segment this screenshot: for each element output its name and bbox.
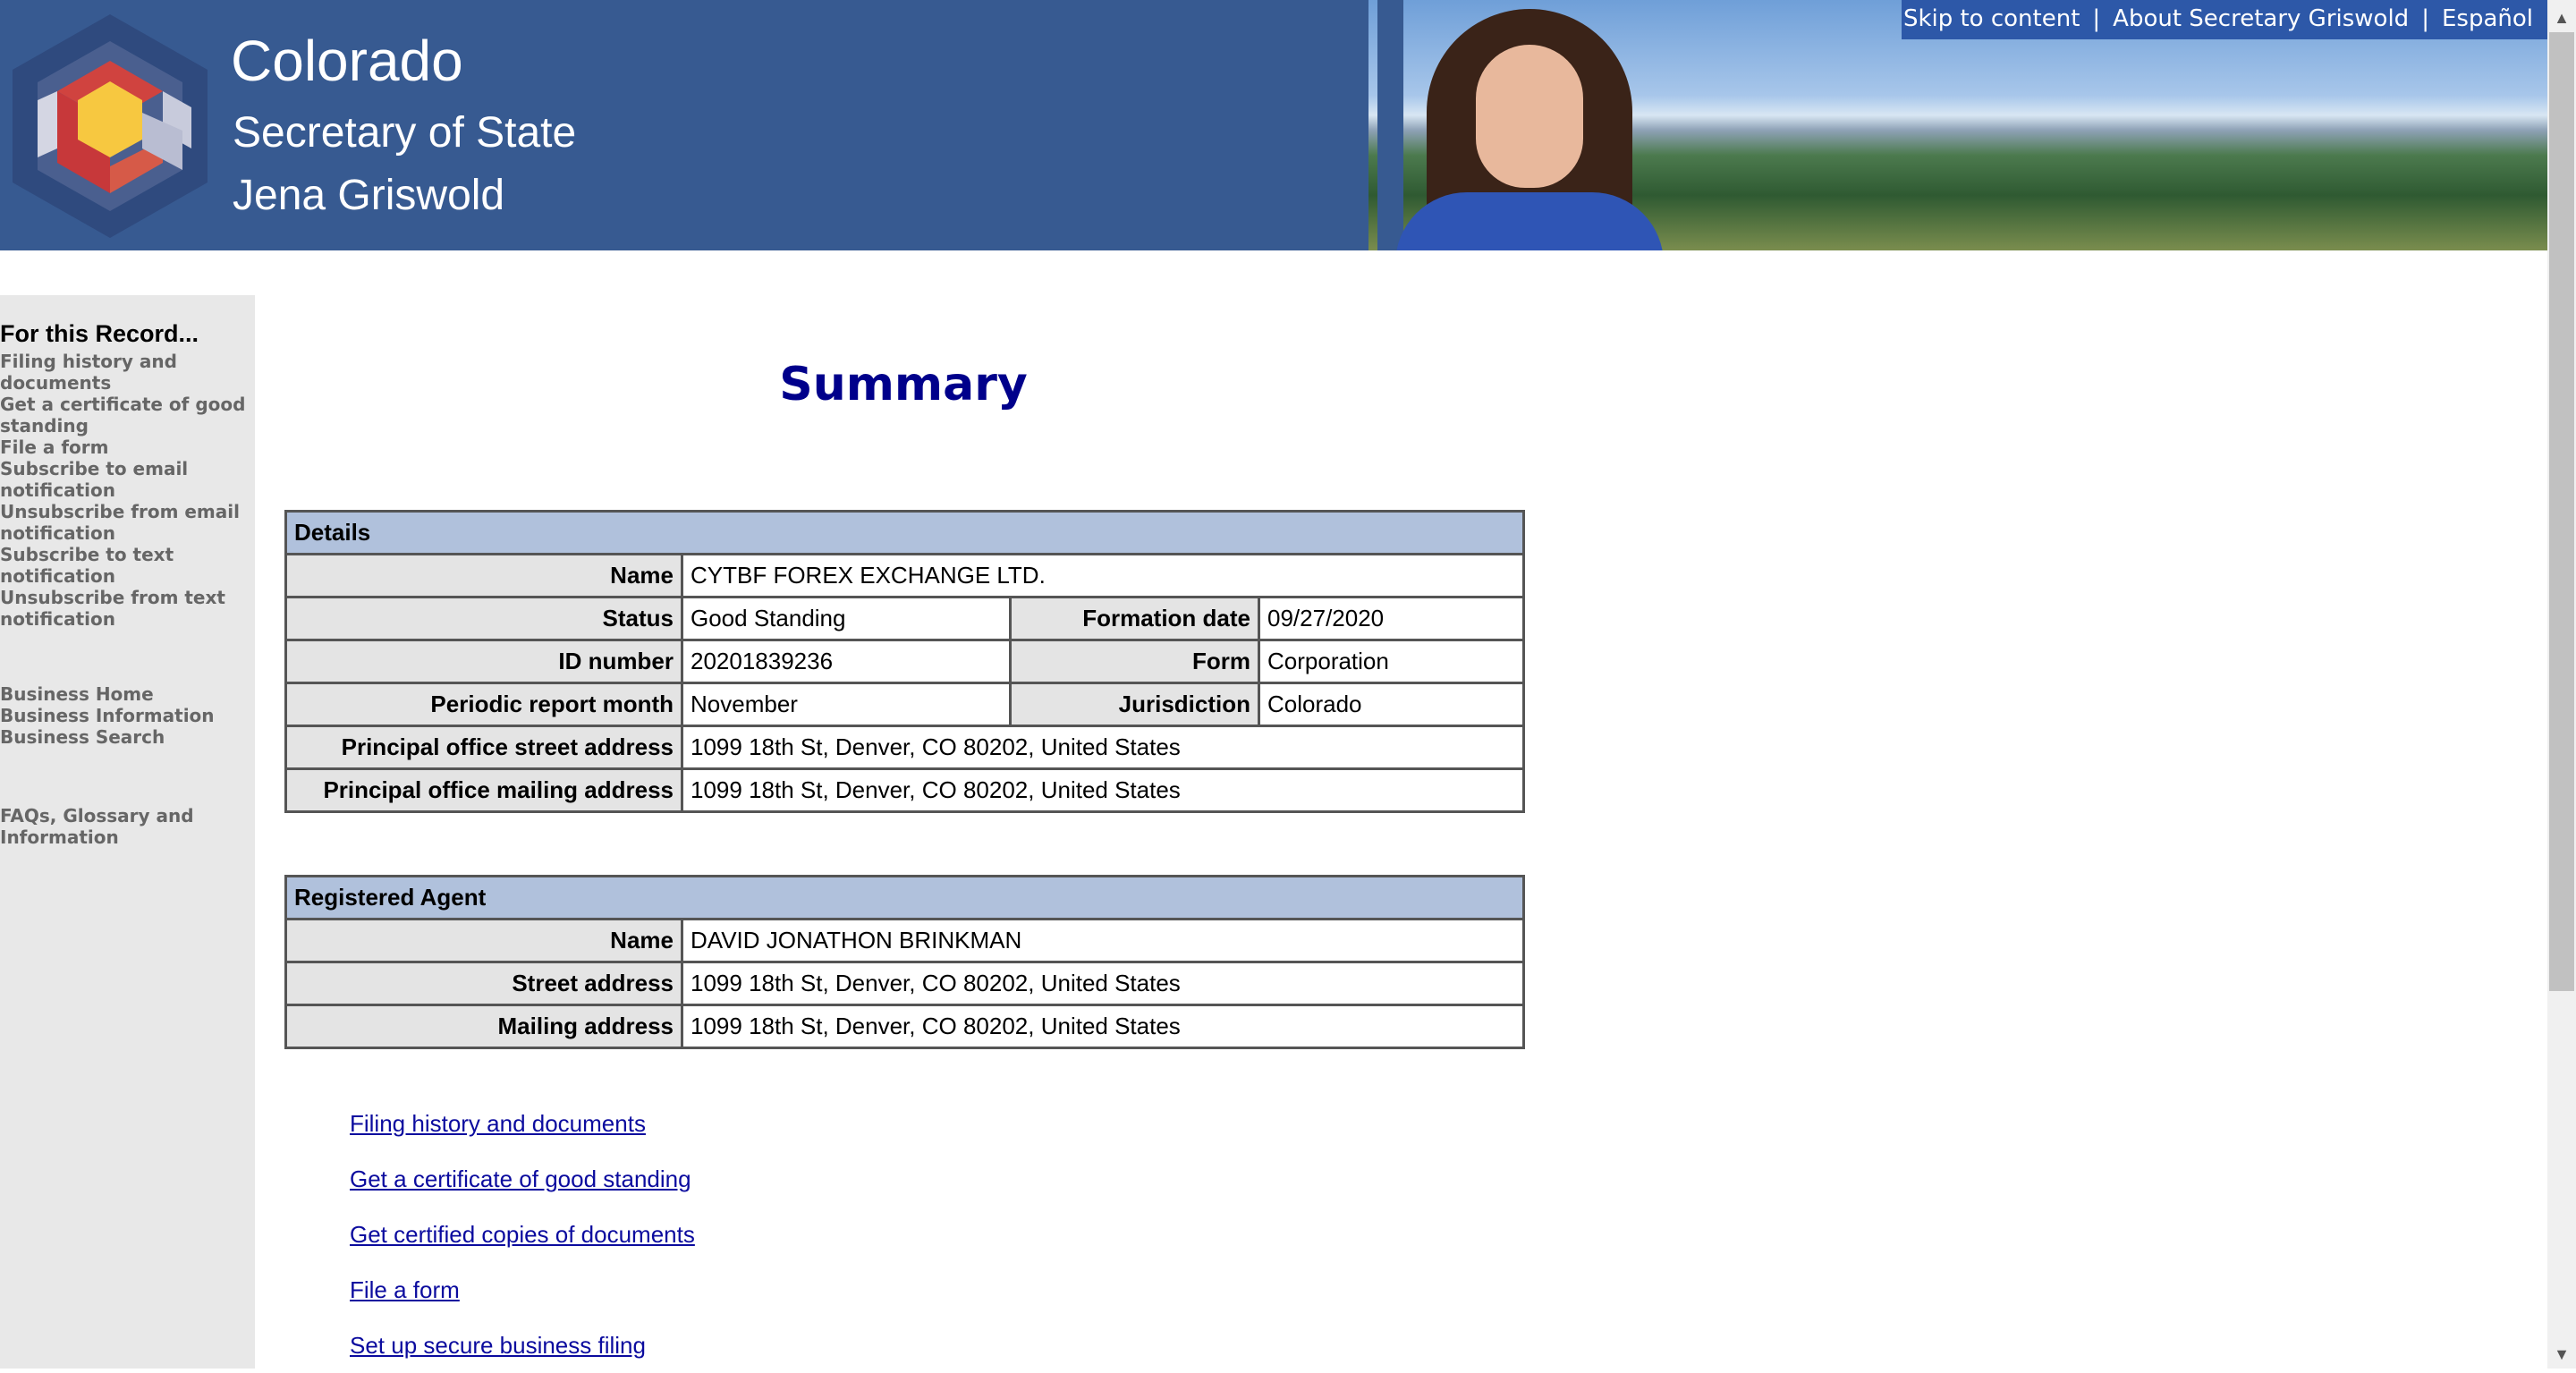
scroll-up-arrow-icon[interactable]: ▲ xyxy=(2547,4,2576,32)
table-row: Principal office street address 1099 18t… xyxy=(284,725,1525,770)
sidebar-link-business-search[interactable]: Business Search xyxy=(0,726,250,748)
sidebar-link-business-information[interactable]: Business Information xyxy=(0,705,250,726)
sidebar-link-subscribe-text[interactable]: Subscribe to text notification xyxy=(0,544,250,587)
brand-official: Jena Griswold xyxy=(233,172,505,219)
sidebar-link-unsubscribe-email[interactable]: Unsubscribe from email notification xyxy=(0,501,250,544)
id-number-label: ID number xyxy=(284,639,683,684)
file-form-link[interactable]: File a form xyxy=(350,1262,695,1318)
sidebar-heading: For this Record... xyxy=(0,320,199,347)
report-month-label: Periodic report month xyxy=(284,682,683,727)
table-row: Name CYTBF FOREX EXCHANGE LTD. xyxy=(284,553,1525,598)
agent-street-value: 1099 18th St, Denver, CO 80202, United S… xyxy=(681,961,1525,1006)
principal-street-value: 1099 18th St, Denver, CO 80202, United S… xyxy=(681,725,1525,770)
principal-street-label: Principal office street address xyxy=(284,725,683,770)
colorado-logo-icon[interactable] xyxy=(13,14,208,238)
brand-office: Secretary of State xyxy=(233,109,577,157)
status-label: Status xyxy=(284,596,683,641)
form-value: Corporation xyxy=(1258,639,1525,684)
espanol-link[interactable]: Español xyxy=(2442,5,2533,32)
nav-separator: | xyxy=(2092,5,2101,32)
agent-name-value: DAVID JONATHON BRINKMAN xyxy=(681,918,1525,963)
agent-mailing-label: Mailing address xyxy=(284,1004,683,1049)
sidebar-link-subscribe-email[interactable]: Subscribe to email notification xyxy=(0,458,250,501)
scroll-down-arrow-icon[interactable]: ▼ xyxy=(2547,1340,2576,1369)
about-secretary-link[interactable]: About Secretary Griswold xyxy=(2113,5,2409,32)
id-number-value: 20201839236 xyxy=(681,639,1012,684)
sidebar: For this Record... Filing history and do… xyxy=(0,295,255,1369)
details-heading: Details xyxy=(284,510,1525,555)
table-row: Mailing address 1099 18th St, Denver, CO… xyxy=(284,1004,1525,1049)
sidebar-link-business-home[interactable]: Business Home xyxy=(0,683,250,705)
details-table: Details Name CYTBF FOREX EXCHANGE LTD. S… xyxy=(284,510,1525,813)
status-value: Good Standing xyxy=(681,596,1012,641)
sidebar-link-certificate[interactable]: Get a certificate of good standing xyxy=(0,394,250,436)
skip-to-content-link[interactable]: Skip to content xyxy=(1903,5,2080,32)
jurisdiction-value: Colorado xyxy=(1258,682,1525,727)
brand-state: Colorado xyxy=(231,29,463,93)
page-title: Summary xyxy=(779,358,1028,411)
name-label: Name xyxy=(284,553,683,598)
nav-separator: | xyxy=(2421,5,2429,32)
agent-mailing-value: 1099 18th St, Denver, CO 80202, United S… xyxy=(681,1004,1525,1049)
site-header: Colorado Secretary of State Jena Griswol… xyxy=(0,0,2547,250)
table-row: Name DAVID JONATHON BRINKMAN xyxy=(284,918,1525,963)
jurisdiction-label: Jurisdiction xyxy=(1009,682,1260,727)
sidebar-link-faqs[interactable]: FAQs, Glossary and Information xyxy=(0,805,250,848)
vertical-scrollbar[interactable]: ▲ ▼ xyxy=(2547,0,2576,1369)
record-links: Filing history and documents Get a certi… xyxy=(0,351,250,630)
table-row: Street address 1099 18th St, Denver, CO … xyxy=(284,961,1525,1006)
principal-mailing-value: 1099 18th St, Denver, CO 80202, United S… xyxy=(681,767,1525,813)
top-utility-nav: Skip to content | About Secretary Griswold… xyxy=(1902,0,2547,39)
secure-business-filing-link[interactable]: Set up secure business filing xyxy=(350,1318,695,1373)
report-month-value: November xyxy=(681,682,1012,727)
certified-copies-link[interactable]: Get certified copies of documents xyxy=(350,1207,695,1262)
registered-agent-table: Registered Agent Name DAVID JONATHON BRI… xyxy=(284,875,1525,1049)
secretary-portrait-image xyxy=(1377,0,1699,250)
action-links: Filing history and documents Get a certi… xyxy=(350,1096,695,1373)
formation-date-value: 09/27/2020 xyxy=(1258,596,1525,641)
scrollbar-thumb[interactable] xyxy=(2549,32,2574,991)
filing-history-link[interactable]: Filing history and documents xyxy=(350,1096,695,1151)
formation-date-label: Formation date xyxy=(1009,596,1260,641)
table-row: Periodic report month November Jurisdict… xyxy=(284,682,1525,727)
agent-name-label: Name xyxy=(284,918,683,963)
entity-name: CYTBF FOREX EXCHANGE LTD. xyxy=(681,553,1525,598)
sidebar-link-file-form[interactable]: File a form xyxy=(0,436,250,458)
info-links: FAQs, Glossary and Information xyxy=(0,805,250,848)
brand: Colorado Secretary of State Jena Griswol… xyxy=(231,20,576,227)
principal-mailing-label: Principal office mailing address xyxy=(284,767,683,813)
agent-heading: Registered Agent xyxy=(284,875,1525,920)
table-row: Principal office mailing address 1099 18… xyxy=(284,767,1525,813)
agent-street-label: Street address xyxy=(284,961,683,1006)
table-row: ID number 20201839236 Form Corporation xyxy=(284,639,1525,684)
sidebar-link-unsubscribe-text[interactable]: Unsubscribe from text notification xyxy=(0,587,250,630)
sidebar-link-filing-history[interactable]: Filing history and documents xyxy=(0,351,250,394)
certificate-good-standing-link[interactable]: Get a certificate of good standing xyxy=(350,1151,695,1207)
form-label: Form xyxy=(1009,639,1260,684)
table-row: Status Good Standing Formation date 09/2… xyxy=(284,596,1525,641)
business-links: Business Home Business Information Busin… xyxy=(0,683,250,748)
